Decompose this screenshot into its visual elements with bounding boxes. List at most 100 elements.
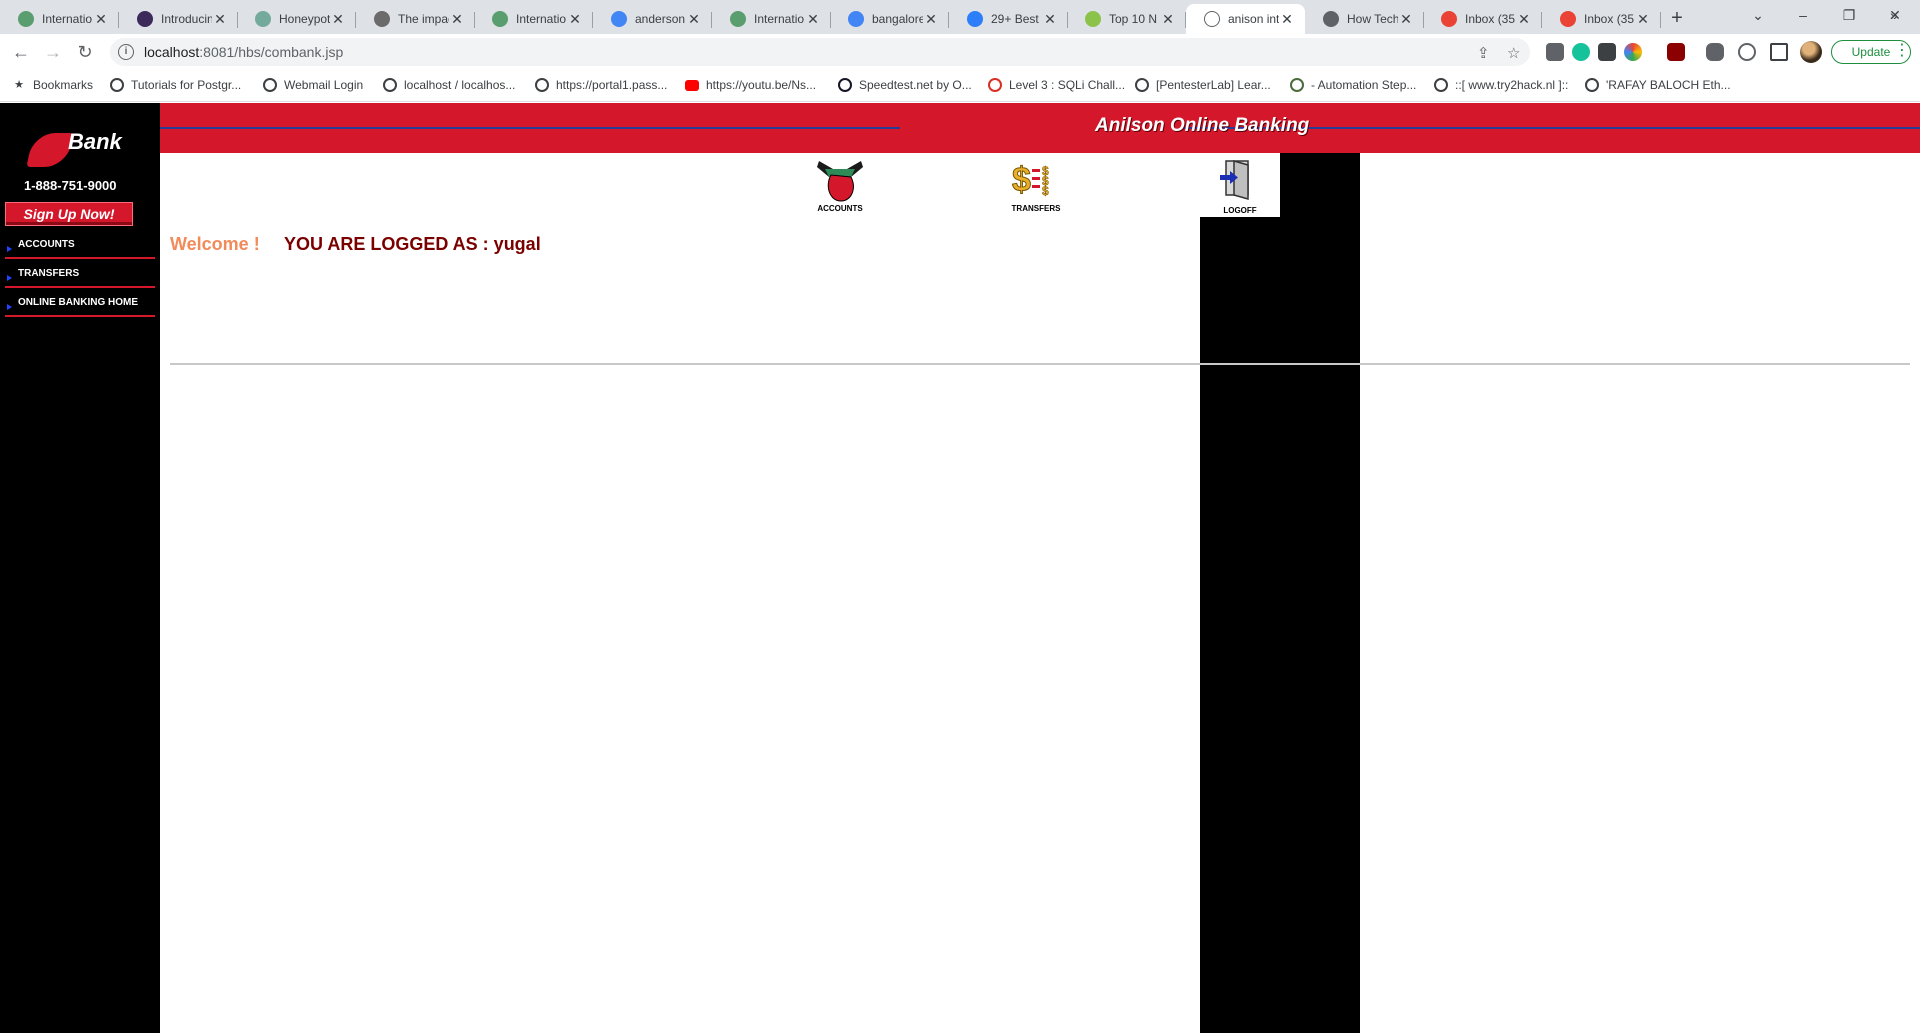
tab-title: Internatio — [516, 12, 567, 26]
sidepanel-icon[interactable] — [1770, 43, 1788, 61]
close-tab-icon[interactable]: ✕ — [1042, 11, 1058, 28]
bookmark-item[interactable]: https://youtu.be/Ns... — [685, 78, 816, 92]
browser-tab[interactable]: The impac ✕ — [356, 4, 475, 34]
gmail-icon — [1560, 11, 1576, 27]
accounts-button[interactable]: ACCOUNTS — [805, 155, 875, 215]
close-tab-icon[interactable]: ✕ — [1279, 11, 1295, 28]
browser-tab[interactable]: How Tech ✕ — [1305, 4, 1424, 34]
browser-toolbar: ← → ↻ i localhost:8081/hbs/combank.jsp ⇪… — [0, 34, 1920, 70]
bookmark-label: https://youtu.be/Ns... — [706, 78, 817, 92]
bookmark-label: Tutorials for Postgr... — [131, 78, 242, 92]
bookmark-label: ::[ www.try2hack.nl ]:: — [1455, 78, 1569, 92]
globe-icon — [1434, 78, 1448, 92]
nav-label: TRANSFERS — [18, 268, 80, 279]
ublock-icon[interactable] — [1667, 43, 1685, 61]
nav-transfers[interactable]: TRANSFERS — [5, 262, 155, 288]
browser-tab[interactable]: anderson ✕ — [593, 4, 712, 34]
browser-tab[interactable]: anison int ✕ — [1186, 4, 1305, 34]
tab-title: bangalore — [872, 12, 923, 26]
close-tab-icon[interactable]: ✕ — [1635, 11, 1651, 28]
pen-icon — [1135, 78, 1149, 92]
browser-tab[interactable]: Top 10 N ✕ — [1067, 4, 1186, 34]
close-tab-icon[interactable]: ✕ — [212, 11, 228, 28]
globe-icon — [1323, 11, 1339, 27]
address-bar[interactable]: i localhost:8081/hbs/combank.jsp — [110, 38, 1530, 66]
extension-icon[interactable] — [1546, 43, 1564, 61]
close-tab-icon[interactable]: ✕ — [923, 11, 939, 28]
transfers-button[interactable]: $ $ $ $ TRANSFERS — [1000, 155, 1072, 215]
tab-title: Honeypot — [279, 12, 330, 26]
browser-tab[interactable]: Internatio ✕ — [474, 4, 593, 34]
puzzle-icon[interactable] — [1706, 43, 1724, 61]
sign-up-button[interactable]: Sign Up Now! — [5, 202, 133, 226]
bookmark-label: [PentesterLab] Lear... — [1156, 78, 1271, 92]
tab-search-icon[interactable]: ⌄ — [1735, 0, 1781, 30]
close-tab-icon[interactable]: ✕ — [449, 11, 465, 28]
bookmark-item[interactable]: - Automation Step... — [1290, 78, 1416, 92]
youtube-icon — [685, 79, 699, 91]
bookmark-label: - Automation Step... — [1311, 78, 1417, 92]
bookmark-item[interactable]: [PentesterLab] Lear... — [1135, 78, 1271, 92]
more-bookmarks-icon[interactable]: » — [1890, 7, 1898, 23]
close-tab-icon[interactable]: ✕ — [1398, 11, 1414, 28]
bookmark-item[interactable]: Webmail Login — [263, 78, 363, 92]
bookmark-item[interactable]: localhost / localhos... — [383, 78, 515, 92]
logoff-button[interactable]: LOGOFF — [1200, 153, 1280, 217]
reload-button[interactable]: ↻ — [72, 40, 98, 66]
horizontal-divider — [170, 363, 1910, 365]
forward-button[interactable]: → — [40, 40, 66, 66]
google-icon — [848, 11, 864, 27]
close-tab-icon[interactable]: ✕ — [330, 11, 346, 28]
bookmark-item[interactable]: Tutorials for Postgr... — [110, 78, 241, 92]
tab-title: anderson — [635, 12, 686, 26]
minimize-button[interactable]: – — [1780, 0, 1826, 30]
arrow-icon — [7, 246, 12, 252]
browser-tab[interactable]: Inbox (35 ✕ — [1542, 4, 1661, 34]
browser-tab[interactable]: Internatio ✕ — [712, 4, 831, 34]
bookmark-star-icon[interactable]: ☆ — [1507, 44, 1520, 62]
svg-text:$: $ — [1042, 184, 1049, 198]
nav-label: ONLINE BANKING HOME — [18, 297, 138, 308]
google-icon — [611, 11, 627, 27]
bookmark-item[interactable]: https://portal1.pass... — [535, 78, 667, 92]
back-button[interactable]: ← — [8, 40, 34, 66]
bookmark-item[interactable]: ::[ www.try2hack.nl ]:: — [1434, 78, 1568, 92]
nav-online-banking-home[interactable]: ONLINE BANKING HOME — [5, 291, 155, 317]
eyedropper-icon[interactable] — [1598, 43, 1616, 61]
close-tab-icon[interactable]: ✕ — [1516, 11, 1532, 28]
bookmark-item[interactable]: Speedtest.net by O... — [838, 78, 972, 92]
accounts-caption: ACCOUNTS — [817, 204, 863, 213]
browser-tab[interactable]: 29+ Best ✕ — [949, 4, 1068, 34]
grammarly-icon[interactable] — [1572, 43, 1590, 61]
site-info-icon[interactable]: i — [118, 44, 134, 60]
new-tab-button[interactable]: + — [1664, 6, 1690, 32]
bookmark-item[interactable]: 'RAFAY BALOCH Eth... — [1585, 78, 1731, 92]
browser-tab[interactable]: Introducin ✕ — [119, 4, 238, 34]
bookmark-item[interactable]: ★ Bookmarks — [12, 78, 93, 92]
sync-icon[interactable] — [1738, 43, 1756, 61]
restore-button[interactable]: ❐ — [1826, 0, 1872, 30]
menu-icon[interactable]: ⋮ — [1894, 42, 1910, 60]
color-extension-icon[interactable] — [1624, 43, 1642, 61]
circle-icon — [1085, 11, 1101, 27]
share-icon[interactable]: ⇪ — [1477, 44, 1490, 62]
close-tab-icon[interactable]: ✕ — [567, 11, 583, 28]
diamond-icon — [110, 78, 124, 92]
tab-title: Inbox (35 — [1465, 12, 1516, 26]
bookmarks-bar: ★ Bookmarks Tutorials for Postgr... Webmail… — [0, 70, 1920, 102]
bank-logo[interactable]: Bank — [26, 127, 150, 167]
browser-tab[interactable]: Internatio ✕ — [0, 4, 119, 34]
url-text[interactable]: localhost:8081/hbs/combank.jsp — [144, 44, 343, 60]
nav-accounts[interactable]: ACCOUNTS — [5, 233, 155, 259]
browser-tab[interactable]: Honeypot ✕ — [237, 4, 356, 34]
profile-avatar[interactable] — [1800, 41, 1822, 63]
close-tab-icon[interactable]: ✕ — [1160, 11, 1176, 28]
close-tab-icon[interactable]: ✕ — [805, 11, 821, 28]
browser-tab[interactable]: bangalore ✕ — [830, 4, 949, 34]
bookmark-item[interactable]: Level 3 : SQLi Chall... — [988, 78, 1125, 92]
nav-label: ACCOUNTS — [18, 239, 75, 250]
close-tab-icon[interactable]: ✕ — [686, 11, 702, 28]
logged-as-text: YOU ARE LOGGED AS : yugal — [284, 234, 541, 254]
browser-tab[interactable]: Inbox (35 ✕ — [1423, 4, 1542, 34]
close-tab-icon[interactable]: ✕ — [93, 11, 109, 28]
